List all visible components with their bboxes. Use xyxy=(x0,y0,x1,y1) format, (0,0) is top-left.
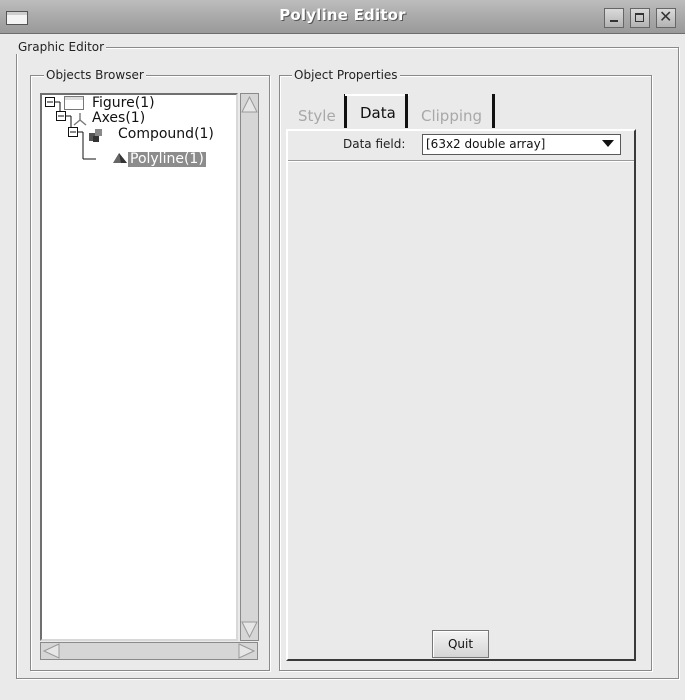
data-field-value: [63x2 double array] xyxy=(426,137,546,151)
tree-horizontal-scrollbar[interactable] xyxy=(40,642,258,660)
minimize-icon[interactable] xyxy=(604,8,624,28)
polyline-icon xyxy=(113,153,127,163)
graphic-editor-legend: Graphic Editor xyxy=(16,40,107,54)
scroll-right-icon[interactable] xyxy=(237,643,257,659)
tree-node-polyline[interactable]: Polyline(1) xyxy=(128,152,206,167)
window-title: Polyline Editor xyxy=(279,6,406,24)
tab-data-right-edge xyxy=(405,94,408,128)
tab-data[interactable]: Data xyxy=(360,104,396,122)
objects-tree[interactable] xyxy=(40,93,238,641)
tab-clipping-right-edge xyxy=(492,94,495,128)
scroll-up-icon[interactable] xyxy=(241,94,258,114)
object-properties-legend: Object Properties xyxy=(292,68,400,82)
tree-vertical-scrollbar[interactable] xyxy=(240,93,259,641)
tree-node-figure[interactable]: Figure(1) xyxy=(92,96,155,111)
compound-icon xyxy=(89,129,102,142)
close-icon[interactable]: ✕ xyxy=(656,7,676,28)
scroll-down-icon[interactable] xyxy=(241,620,258,640)
tree-node-axes[interactable]: Axes(1) xyxy=(92,111,145,126)
data-tab-panel xyxy=(286,129,636,661)
tab-data-top-edge xyxy=(345,94,409,96)
maximize-icon[interactable] xyxy=(630,8,650,28)
figure-window-icon xyxy=(64,96,84,110)
data-field-select[interactable]: [63x2 double array] xyxy=(422,134,621,155)
tab-style[interactable]: Style xyxy=(298,107,336,125)
data-field-label: Data field: xyxy=(343,137,406,151)
tab-data-left-edge xyxy=(344,94,347,128)
axes-icon xyxy=(73,113,87,126)
dropdown-arrow-icon[interactable] xyxy=(602,140,614,147)
scroll-left-icon[interactable] xyxy=(41,643,61,659)
objects-browser-legend: Objects Browser xyxy=(44,68,146,82)
tree-node-compound[interactable]: Compound(1) xyxy=(118,127,214,142)
quit-button[interactable]: Quit xyxy=(432,630,489,658)
panel-divider xyxy=(288,160,634,161)
tab-clipping[interactable]: Clipping xyxy=(421,107,482,125)
